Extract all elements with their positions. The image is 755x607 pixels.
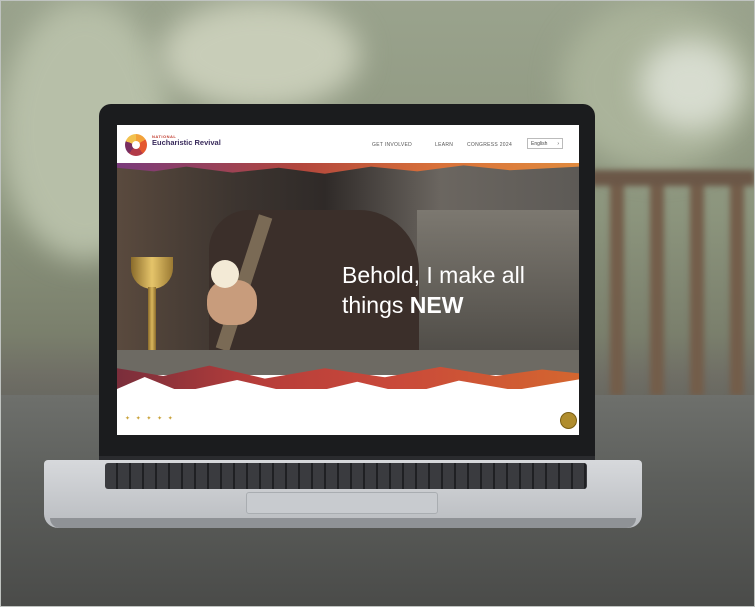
hero-title-line2: things <box>342 292 404 318</box>
nav-congress[interactable]: CONGRESS 2024 <box>467 142 512 148</box>
priest-hand <box>207 280 257 325</box>
revival-logo-icon[interactable] <box>125 134 147 156</box>
bokeh-light <box>640 40 740 130</box>
nav-get-involved[interactable]: GET INVOLVED <box>372 142 412 148</box>
language-select[interactable]: English › <box>527 138 563 149</box>
laptop-screen: NATIONAL Eucharistic Revival GET INVOLVE… <box>117 125 579 435</box>
hero-title: Behold, I make all things NEW <box>342 260 572 320</box>
hero-title-line1: Behold, I make all <box>342 262 525 288</box>
wooden-railing <box>590 160 755 400</box>
eucharist-host <box>211 260 239 288</box>
hero-banner: Behold, I make all things NEW <box>117 165 579 375</box>
laptop-trackpad <box>246 492 438 514</box>
nav-learn[interactable]: LEARN <box>435 142 453 148</box>
chevron-down-icon: › <box>557 141 559 147</box>
laptop-base-front <box>50 518 636 528</box>
logo-name[interactable]: Eucharistic Revival <box>152 139 232 147</box>
gold-seal-icon[interactable] <box>560 412 577 429</box>
decorative-stars: ✦ ✦ ✦ ✦ ✦ <box>125 416 175 422</box>
site-navbar: NATIONAL Eucharistic Revival GET INVOLVE… <box>117 125 579 165</box>
hero-title-emphasis: NEW <box>409 292 464 318</box>
laptop-keyboard <box>105 463 587 489</box>
bokeh-top <box>160 0 360 110</box>
language-value: English <box>531 141 548 147</box>
